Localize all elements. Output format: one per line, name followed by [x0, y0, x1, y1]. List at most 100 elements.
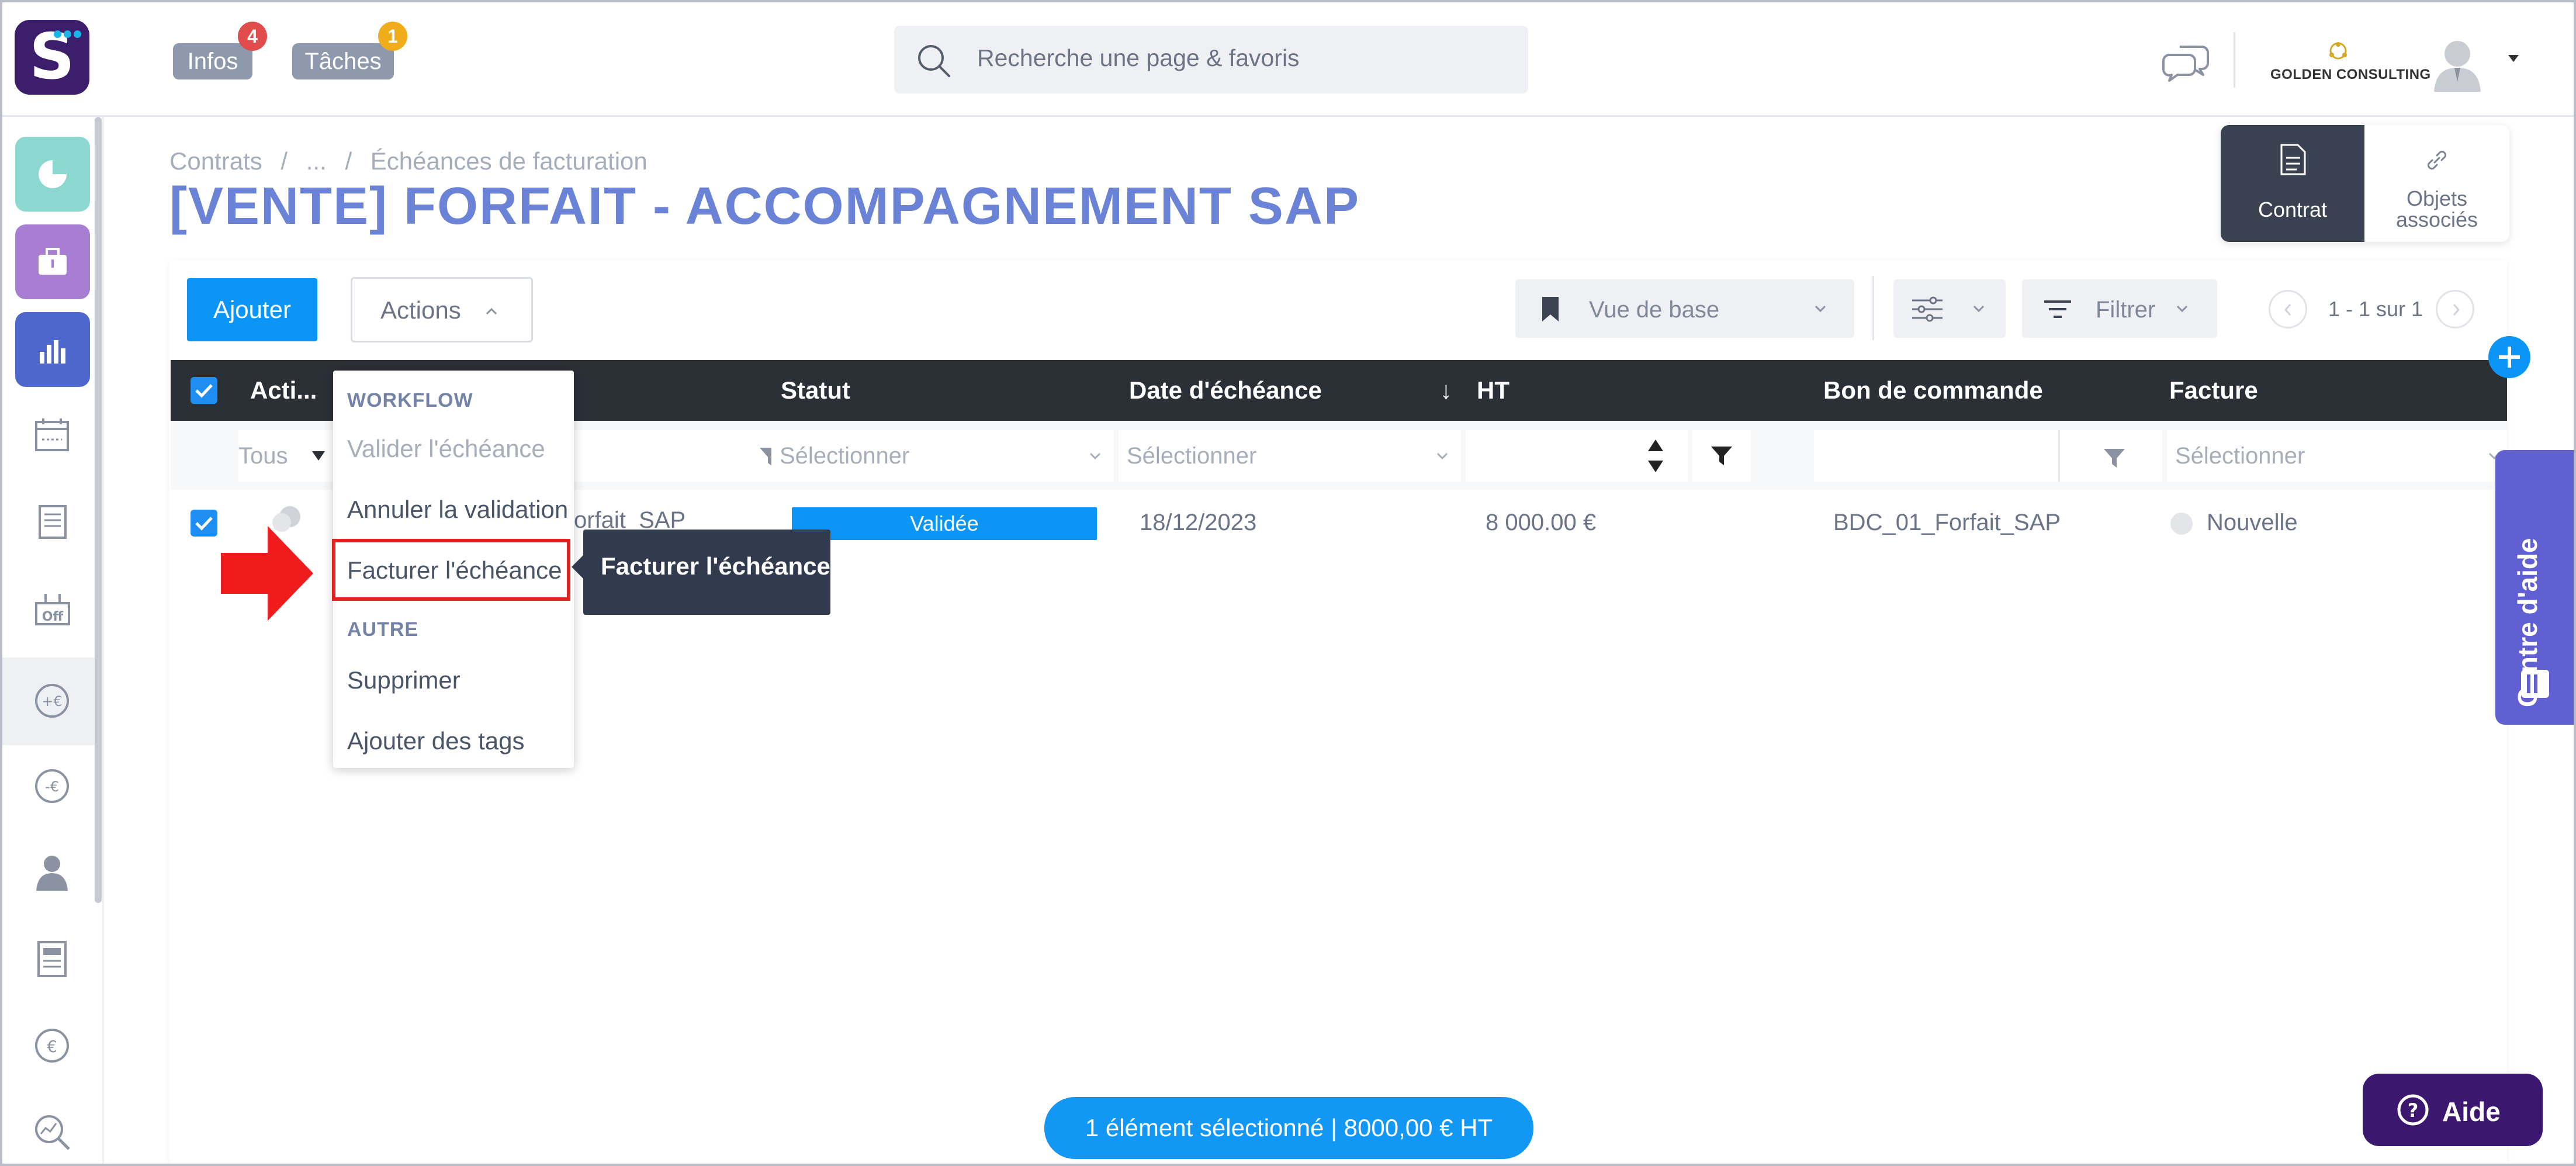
page-title: [VENTE] FORFAIT - ACCOMPAGNEMENT SAP	[169, 177, 1360, 236]
app-logo[interactable]: S	[15, 20, 89, 95]
search-input[interactable]: Recherche une page & favoris	[977, 44, 1300, 72]
briefcase-icon	[39, 248, 67, 275]
search-chart-icon[interactable]	[33, 1113, 71, 1151]
user-avatar-icon[interactable]	[2431, 36, 2484, 92]
actions-button[interactable]: Actions	[351, 277, 533, 342]
chat-bubbles-icon[interactable]	[2162, 42, 2210, 82]
plus-euro-icon[interactable]: +€	[33, 681, 71, 720]
view-selector[interactable]: Vue de base	[1515, 279, 1854, 338]
person-icon[interactable]	[34, 853, 70, 892]
column-header-actions[interactable]: Acti...	[250, 360, 317, 421]
svg-text:Off: Off	[42, 610, 64, 624]
actions-filter-select[interactable]: Tous	[238, 430, 335, 482]
breadcrumb-echeances[interactable]: Échéances de facturation	[371, 147, 648, 175]
highlight-box	[332, 539, 570, 601]
tab-contrat[interactable]: Contrat	[2221, 125, 2364, 242]
dashboard-pie-icon	[39, 160, 67, 188]
row-bon-commande: BDC_01_Forfait_SAP	[1833, 510, 2061, 535]
svg-text:+€: +€	[41, 693, 62, 710]
menu-item-ajouter-tags[interactable]: Ajouter des tags	[347, 727, 525, 755]
search-bar[interactable]: Recherche une page & favoris	[894, 26, 1528, 94]
number-stepper-icon[interactable]	[1646, 434, 1666, 478]
ht-filter-button[interactable]	[1692, 430, 1751, 482]
chevron-down-icon	[1089, 452, 1101, 460]
euro-circle-icon[interactable]: €	[33, 1026, 71, 1065]
help-center-tab[interactable]: Centre d'aide	[2495, 450, 2576, 725]
filter-button[interactable]: Filtrer	[2022, 279, 2217, 338]
chevron-down-icon	[1815, 305, 1826, 313]
tab-objets-associes[interactable]: Objets associés	[2364, 125, 2509, 242]
menu-item-annuler-validation[interactable]: Annuler la validation	[347, 496, 568, 524]
invoice-list-icon[interactable]	[35, 504, 70, 540]
add-column-button[interactable]	[2488, 336, 2530, 378]
sort-desc-icon[interactable]: ↓	[1440, 360, 1452, 421]
chevron-down-icon	[1436, 452, 1448, 460]
minus-euro-icon[interactable]: -€	[33, 767, 71, 805]
caret-down-icon	[312, 451, 325, 461]
bon-commande-filter-input[interactable]	[1814, 430, 2162, 482]
column-header-facture[interactable]: Facture	[2169, 360, 2258, 421]
status-badge: Validée	[792, 507, 1097, 540]
pagination-info: 1 - 1 sur 1	[2328, 297, 2423, 321]
date-filter-select[interactable]: Sélectionner	[1119, 430, 1461, 482]
chevron-down-icon	[1973, 305, 1985, 313]
breadcrumb: Contrats / ... / Échéances de facturatio…	[169, 147, 648, 175]
taches-count-badge: 1	[378, 22, 407, 51]
search-icon	[918, 45, 950, 77]
column-header-ht[interactable]: HT	[1477, 360, 1509, 421]
svg-text:-€: -€	[45, 779, 59, 795]
sliders-icon	[1912, 296, 1943, 322]
sidebar-item-stats[interactable]	[15, 312, 90, 387]
tooltip: Facturer l'échéance	[572, 530, 830, 615]
ht-filter-input[interactable]	[1466, 430, 1688, 482]
prev-page-button[interactable]	[2269, 290, 2307, 328]
funnel-icon	[1711, 447, 1732, 465]
menu-item-valider[interactable]: Valider l'échéance	[347, 435, 545, 463]
row-checkbox[interactable]	[191, 510, 217, 537]
menu-section-workflow: WORKFLOW	[347, 389, 473, 411]
next-page-button[interactable]	[2436, 290, 2474, 328]
plus-icon	[2499, 347, 2520, 368]
select-all-checkbox[interactable]	[191, 377, 217, 404]
sidebar-scrollbar[interactable]	[95, 117, 102, 903]
menu-item-supprimer[interactable]: Supprimer	[347, 666, 461, 694]
selection-summary-bar: 1 élément sélectionné | 8000,00 € HT	[1044, 1097, 1533, 1159]
name-filter-input[interactable]	[574, 430, 794, 482]
column-header-statut[interactable]: Statut	[781, 360, 850, 421]
add-button[interactable]: Ajouter	[187, 278, 317, 341]
calendar-icon[interactable]	[34, 416, 70, 452]
chevron-up-icon	[486, 307, 497, 315]
column-settings-button[interactable]	[1893, 279, 2006, 338]
infos-button[interactable]: Infos	[173, 43, 252, 79]
link-icon	[2427, 150, 2447, 170]
book-icon	[2521, 670, 2549, 698]
statut-filter-select[interactable]: Sélectionner	[771, 430, 1114, 482]
funnel-icon	[2104, 449, 2125, 468]
red-arrow-icon	[221, 526, 313, 621]
caret-down-icon[interactable]	[2507, 54, 2520, 63]
document-icon[interactable]	[35, 940, 69, 978]
sidebar-item-dashboard[interactable]	[15, 137, 90, 212]
breadcrumb-ellipsis[interactable]: ...	[306, 147, 327, 175]
company-logo-icon	[2329, 42, 2347, 60]
taches-button[interactable]: Tâches	[292, 43, 394, 79]
row-ht: 8 000.00 €	[1486, 510, 1597, 535]
aide-button[interactable]: ? Aide	[2363, 1074, 2543, 1146]
off-tag-icon[interactable]: Off	[34, 591, 71, 628]
column-header-bon-commande[interactable]: Bon de commande	[1823, 360, 2043, 421]
row-date: 18/12/2023	[1140, 510, 1257, 535]
svg-text:?: ?	[2408, 1099, 2419, 1122]
breadcrumb-contrats[interactable]: Contrats	[169, 147, 262, 175]
sidebar-item-briefcase[interactable]	[15, 224, 90, 299]
facture-status-dot	[2170, 513, 2193, 535]
record-tabs: Contrat Objets associés	[2221, 125, 2509, 242]
bookmark-icon	[1542, 297, 1559, 321]
document-icon	[2280, 144, 2306, 175]
column-header-date[interactable]: Date d'échéance	[1129, 360, 1322, 421]
row-facture: Nouvelle	[2207, 510, 2298, 535]
chevron-right-icon	[2453, 304, 2460, 316]
checkmark-icon	[195, 517, 213, 531]
question-circle-icon: ?	[2397, 1094, 2429, 1126]
filter-lines-icon	[2044, 300, 2071, 318]
facture-filter-select[interactable]: Sélectionner	[2167, 430, 2507, 482]
